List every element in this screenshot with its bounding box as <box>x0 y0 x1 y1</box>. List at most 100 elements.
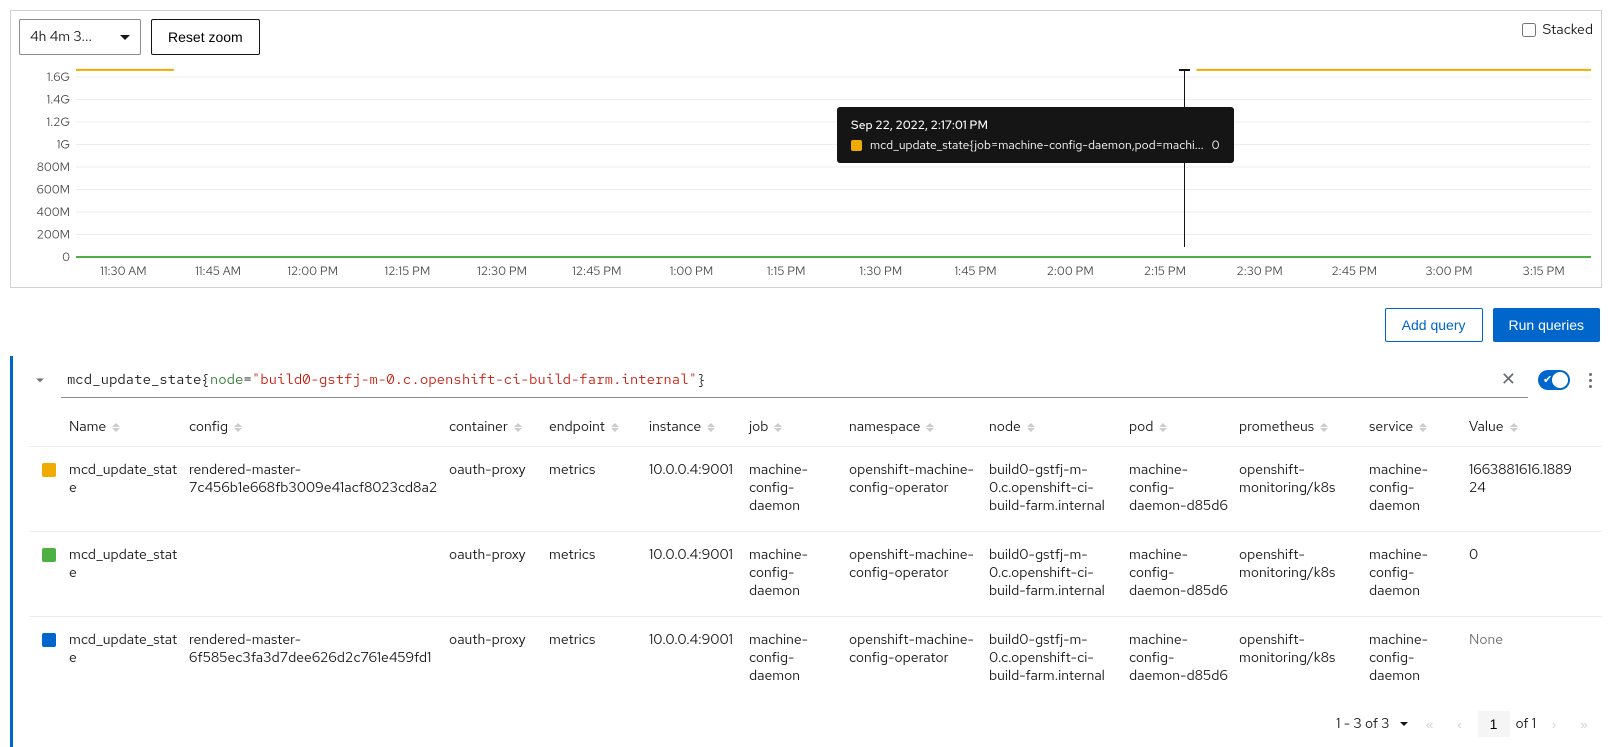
tooltip-value: 0 <box>1212 137 1220 153</box>
sort-icon <box>514 423 522 432</box>
col-node[interactable]: node <box>989 418 1129 436</box>
col-job[interactable]: job <box>749 418 849 436</box>
chart-card: 4h 4m 3... Reset zoom Stacked 0 200M 400M 6… <box>10 10 1602 288</box>
series-swatch <box>42 633 56 647</box>
query-expression-text: mcd_update_state{node="build0-gstfj-m-0.… <box>67 371 705 389</box>
cell-namespace: openshift-machine-config-operator <box>849 461 989 497</box>
svg-text:1.2G: 1.2G <box>47 114 70 130</box>
chart-area[interactable]: 0200M400M600M800M1G1.2G1.4G1.6G 11:30 AM… <box>11 67 1601 287</box>
tooltip-series-name: mcd_update_state{job=machine-config-daem… <box>870 137 1204 153</box>
check-icon: ✔ <box>1543 373 1552 387</box>
series-swatch-cell <box>29 546 69 562</box>
time-range-label: 4h 4m 3... <box>30 28 92 46</box>
cell-namespace: openshift-machine-config-operator <box>849 546 989 582</box>
col-prometheus[interactable]: prometheus <box>1239 418 1369 436</box>
col-value[interactable]: Value <box>1469 418 1589 436</box>
query-expression-input[interactable]: mcd_update_state{node="build0-gstfj-m-0.… <box>61 362 1528 398</box>
col-namespace[interactable]: namespace <box>849 418 989 436</box>
cell-endpoint: metrics <box>549 546 649 564</box>
svg-text:600M: 600M <box>37 182 70 198</box>
col-name[interactable]: Name <box>69 418 189 436</box>
cell-instance: 10.0.0.4:9001 <box>649 546 749 564</box>
col-config[interactable]: config <box>189 418 449 436</box>
cell-name: mcd_update_state <box>69 461 189 497</box>
series-swatch-cell <box>29 631 69 647</box>
col-container[interactable]: container <box>449 418 549 436</box>
reset-zoom-button[interactable]: Reset zoom <box>151 19 260 55</box>
svg-text:11:30 AM: 11:30 AM <box>100 263 146 279</box>
svg-text:1:30 PM: 1:30 PM <box>860 263 903 279</box>
cell-container: oauth-proxy <box>449 631 549 649</box>
query-row: mcd_update_state{node="build0-gstfj-m-0.… <box>13 356 1602 404</box>
sort-icon <box>1159 423 1167 432</box>
col-endpoint[interactable]: endpoint <box>549 418 649 436</box>
series-swatch-cell <box>29 461 69 477</box>
chart-tooltip: Sep 22, 2022, 2:17:01 PM mcd_update_stat… <box>837 107 1234 163</box>
col-pod[interactable]: pod <box>1129 418 1239 436</box>
table-row[interactable]: mcd_update_staterendered-master-6f585ec3… <box>29 616 1602 701</box>
series-swatch <box>42 548 56 562</box>
chevron-down-icon <box>1400 722 1408 726</box>
sort-icon <box>926 423 934 432</box>
query-kebab-menu[interactable] <box>1580 373 1600 388</box>
cell-container: oauth-proxy <box>449 461 549 479</box>
run-queries-button[interactable]: Run queries <box>1493 308 1601 342</box>
cell-pod: machine-config-daemon-d85d6 <box>1129 631 1239 685</box>
cell-job: machine-config-daemon <box>749 631 849 685</box>
cell-pod: machine-config-daemon-d85d6 <box>1129 546 1239 600</box>
cell-name: mcd_update_state <box>69 631 189 667</box>
cell-node: build0-gstfj-m-0.c.openshift-ci-build-fa… <box>989 631 1129 685</box>
table-row[interactable]: mcd_update_state oauth-proxymetrics10.0.0… <box>29 531 1602 616</box>
stacked-label: Stacked <box>1542 21 1593 39</box>
col-service[interactable]: service <box>1369 418 1469 436</box>
page-number-input[interactable] <box>1478 711 1510 737</box>
svg-text:12:00 PM: 12:00 PM <box>287 263 338 279</box>
chart-svg: 0200M400M600M800M1G1.2G1.4G1.6G 11:30 AM… <box>11 67 1601 287</box>
sort-icon <box>112 423 120 432</box>
cell-prometheus: openshift-monitoring/k8s <box>1239 461 1369 497</box>
query-enabled-toggle[interactable]: ✔ <box>1538 370 1570 390</box>
svg-text:12:45 PM: 12:45 PM <box>572 263 621 279</box>
last-page-button[interactable]: » <box>1572 712 1596 736</box>
series-swatch <box>42 463 56 477</box>
expand-query-toggle[interactable] <box>29 369 51 391</box>
svg-text:400M: 400M <box>36 204 70 220</box>
svg-text:1:00 PM: 1:00 PM <box>670 263 714 279</box>
add-query-button[interactable]: Add query <box>1385 308 1483 342</box>
cell-instance: 10.0.0.4:9001 <box>649 461 749 479</box>
cell-endpoint: metrics <box>549 631 649 649</box>
sort-icon <box>1419 423 1427 432</box>
cell-name: mcd_update_state <box>69 546 189 582</box>
svg-text:2:45 PM: 2:45 PM <box>1331 263 1377 279</box>
cell-job: machine-config-daemon <box>749 461 849 515</box>
sort-icon <box>707 423 715 432</box>
svg-text:1:45 PM: 1:45 PM <box>954 263 996 279</box>
cell-service: machine-config-daemon <box>1369 631 1469 685</box>
toggle-knob <box>1552 372 1568 388</box>
cell-job: machine-config-daemon <box>749 546 849 600</box>
first-page-button[interactable]: « <box>1418 712 1442 736</box>
tooltip-swatch <box>851 140 862 151</box>
cell-value: None <box>1469 631 1589 649</box>
col-instance[interactable]: instance <box>649 418 749 436</box>
cell-namespace: openshift-machine-config-operator <box>849 631 989 667</box>
svg-text:3:00 PM: 3:00 PM <box>1425 263 1472 279</box>
sort-icon <box>1510 423 1518 432</box>
prev-page-button[interactable]: ‹ <box>1448 712 1472 736</box>
cell-service: machine-config-daemon <box>1369 546 1469 600</box>
svg-text:200M: 200M <box>37 227 70 243</box>
time-range-dropdown[interactable]: 4h 4m 3... <box>19 19 141 55</box>
results-table: Name config container endpoint instance … <box>13 410 1602 701</box>
sort-icon <box>774 423 782 432</box>
pagination-nav: « ‹ of 1 › » <box>1418 711 1596 737</box>
stacked-checkbox[interactable] <box>1522 23 1536 37</box>
clear-query-button[interactable]: ✕ <box>1495 368 1522 391</box>
cell-container: oauth-proxy <box>449 546 549 564</box>
table-row[interactable]: mcd_update_staterendered-master-7c456b1e… <box>29 446 1602 531</box>
svg-text:2:30 PM: 2:30 PM <box>1237 263 1283 279</box>
sort-icon <box>1027 423 1035 432</box>
pagination-range[interactable]: 1 - 3 of 3 <box>1336 715 1407 733</box>
next-page-button[interactable]: › <box>1542 712 1566 736</box>
page-of-label: of 1 <box>1516 715 1536 733</box>
stacked-toggle[interactable]: Stacked <box>1522 21 1593 39</box>
